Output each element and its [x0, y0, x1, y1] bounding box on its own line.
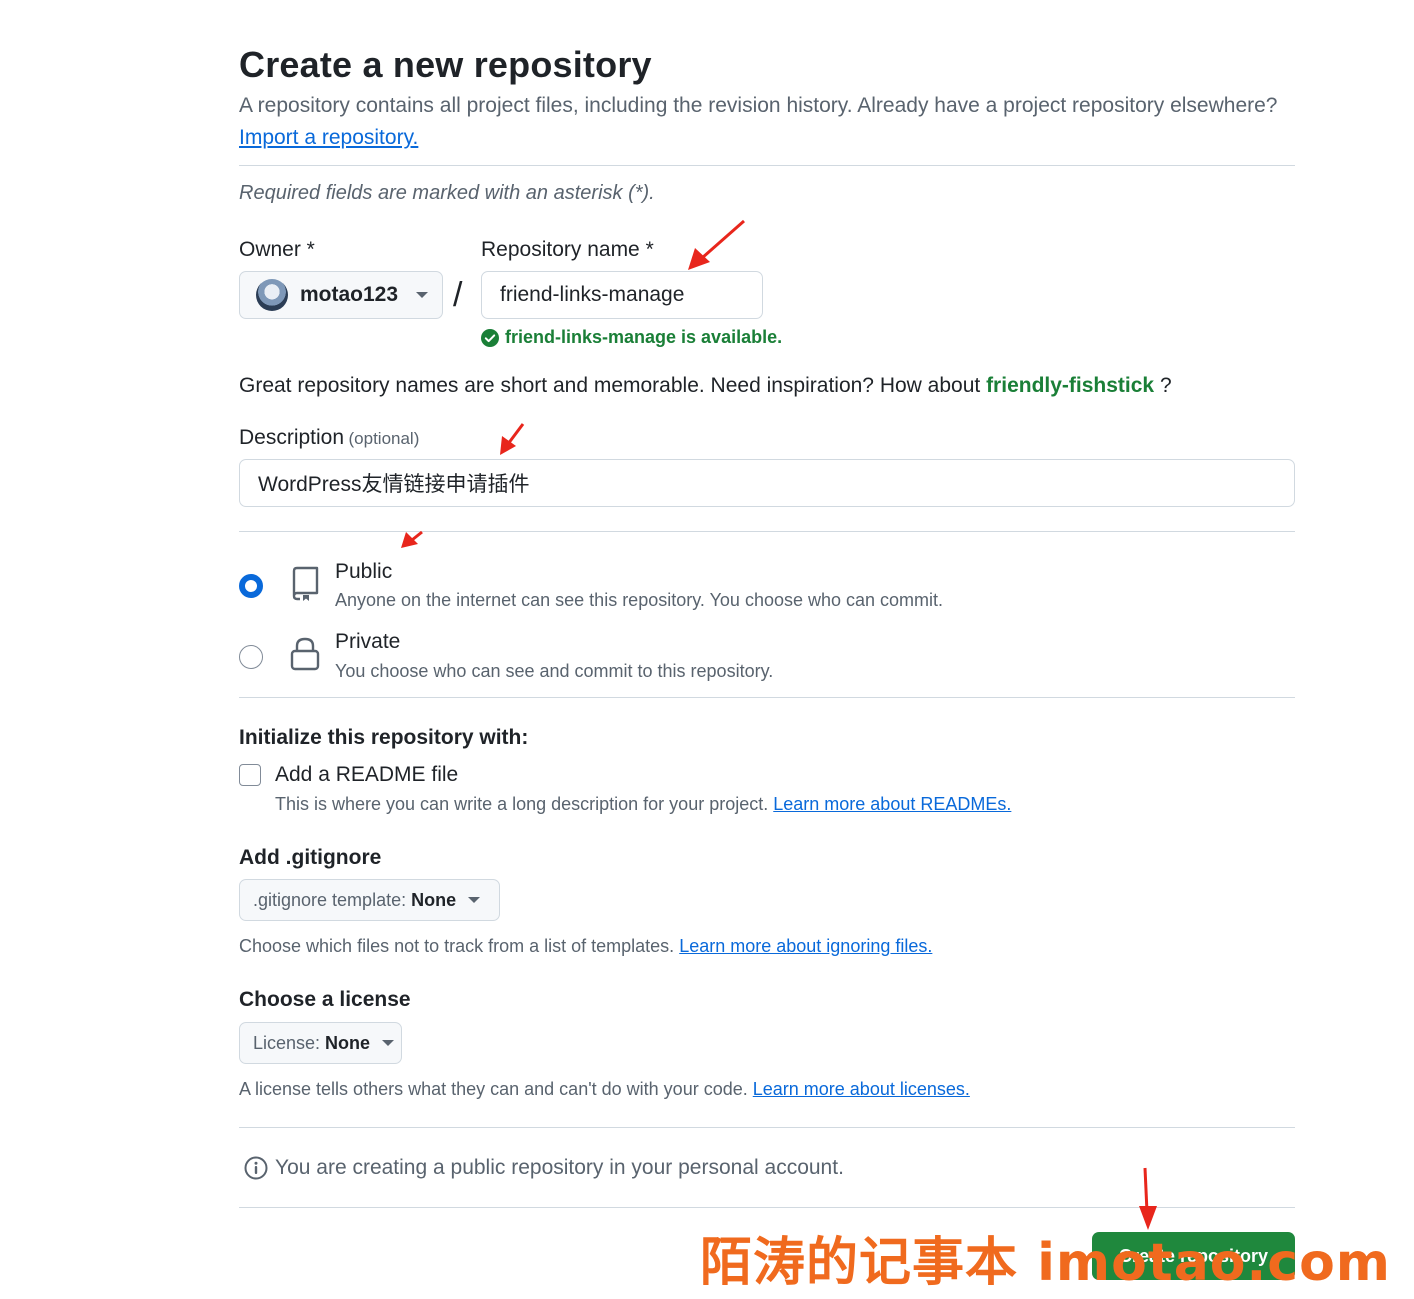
watermark: 陌涛的记事本 imotao.com [700, 1233, 1391, 1293]
annotation-arrow [500, 423, 525, 455]
annotation-arrow [688, 219, 745, 270]
annotation-arrows [401, 219, 1157, 1230]
annotation-arrow [401, 530, 423, 548]
